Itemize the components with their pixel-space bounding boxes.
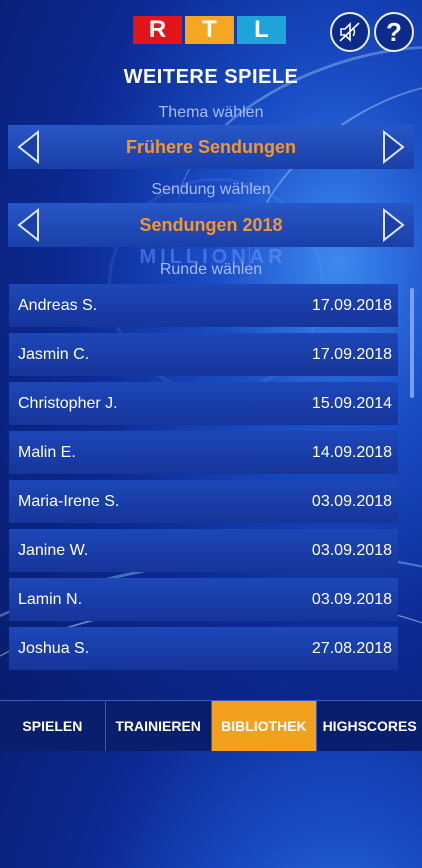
theme-label: Thema wählen bbox=[158, 104, 264, 121]
round-date: 15.09.2014 bbox=[311, 394, 392, 412]
show-next-button[interactable] bbox=[374, 203, 414, 247]
list-scrollbar[interactable] bbox=[410, 288, 414, 398]
round-name: Malin E. bbox=[18, 443, 76, 461]
round-name: Andreas S. bbox=[18, 296, 98, 314]
show-value: Sendungen 2018 bbox=[139, 214, 283, 235]
arrow-right-icon bbox=[383, 130, 405, 164]
logo-letter-t: T bbox=[185, 16, 234, 44]
round-date: 17.09.2018 bbox=[311, 296, 392, 314]
show-selector: Sendungen 2018 bbox=[8, 203, 414, 247]
speaker-muted-icon bbox=[339, 22, 360, 42]
arrow-left-icon bbox=[17, 130, 39, 164]
logo-letter-l: L bbox=[237, 16, 286, 44]
round-name: Joshua S. bbox=[18, 639, 90, 657]
round-name: Maria-Irene S. bbox=[18, 492, 120, 510]
tab-spielen[interactable]: SPIELEN bbox=[0, 701, 106, 751]
bottom-tab-bar: SPIELEN TRAINIEREN BIBLIOTHEK HIGHSCORES bbox=[0, 700, 422, 751]
list-item[interactable]: Christopher J. 15.09.2014 bbox=[9, 382, 398, 425]
round-date: 17.09.2018 bbox=[311, 345, 392, 363]
list-item[interactable]: Malin E. 14.09.2018 bbox=[9, 431, 398, 474]
round-label: Runde wählen bbox=[159, 261, 263, 278]
round-name: Christopher J. bbox=[18, 394, 118, 412]
list-item[interactable]: Maria-Irene S. 03.09.2018 bbox=[9, 480, 398, 523]
show-label: Sendung wählen bbox=[151, 181, 271, 198]
round-name: Janine W. bbox=[18, 541, 89, 559]
round-date: 03.09.2018 bbox=[311, 492, 392, 510]
theme-prev-button[interactable] bbox=[8, 125, 48, 169]
logo-letter-r: R bbox=[133, 16, 182, 44]
tab-bibliothek[interactable]: BIBLIOTHEK bbox=[211, 701, 318, 751]
round-name: Lamin N. bbox=[18, 590, 83, 608]
theme-value: Frühere Sendungen bbox=[125, 136, 296, 157]
list-item[interactable]: Joshua S. 27.08.2018 bbox=[9, 627, 398, 670]
round-date: 14.09.2018 bbox=[311, 443, 392, 461]
theme-next-button[interactable] bbox=[374, 125, 414, 169]
tab-highscores[interactable]: HIGHSCORES bbox=[317, 701, 422, 751]
theme-selector: Frühere Sendungen bbox=[8, 125, 414, 169]
rtl-logo: R T L bbox=[133, 16, 286, 44]
list-item[interactable]: Jasmin C. 17.09.2018 bbox=[9, 333, 398, 376]
round-date: 03.09.2018 bbox=[311, 590, 392, 608]
tab-trainieren[interactable]: TRAINIEREN bbox=[106, 701, 212, 751]
sound-toggle-button[interactable] bbox=[330, 12, 370, 52]
round-date: 03.09.2018 bbox=[311, 541, 392, 559]
page-title: WEITERE SPIELE bbox=[123, 66, 299, 88]
round-name: Jasmin C. bbox=[18, 345, 90, 363]
help-button[interactable]: ? bbox=[374, 12, 414, 52]
list-item[interactable]: Janine W. 03.09.2018 bbox=[9, 529, 398, 572]
show-prev-button[interactable] bbox=[8, 203, 48, 247]
arrow-left-icon bbox=[17, 208, 39, 242]
list-item[interactable]: Andreas S. 17.09.2018 bbox=[9, 284, 398, 327]
rounds-list: Andreas S. 17.09.2018 Jasmin C. 17.09.20… bbox=[9, 284, 398, 677]
list-item[interactable]: Lamin N. 03.09.2018 bbox=[9, 578, 398, 621]
arrow-right-icon bbox=[383, 208, 405, 242]
round-date: 27.08.2018 bbox=[311, 639, 392, 657]
